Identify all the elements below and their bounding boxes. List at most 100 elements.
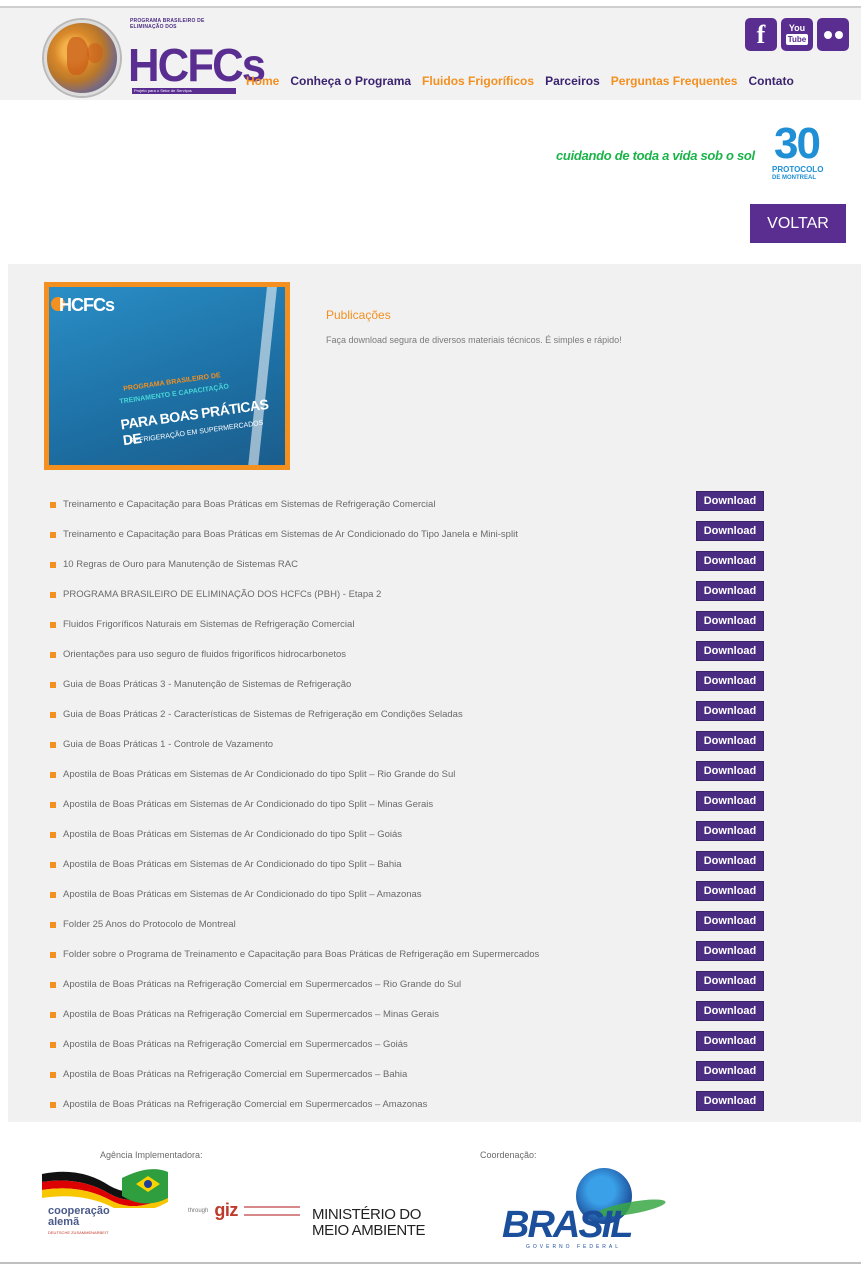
bottom-divider bbox=[0, 1262, 861, 1264]
download-button[interactable]: Download bbox=[696, 641, 764, 661]
back-button[interactable]: VOLTAR bbox=[750, 204, 846, 243]
publication-title[interactable]: Folder 25 Anos do Protocolo de Montreal bbox=[63, 919, 236, 930]
nav-home[interactable]: Home bbox=[246, 74, 279, 88]
bullet-icon bbox=[50, 682, 56, 688]
list-item: Apostila de Boas Práticas em Sistemas de… bbox=[8, 880, 861, 910]
publication-title[interactable]: Folder sobre o Programa de Treinamento e… bbox=[63, 949, 539, 960]
coordination-label: Coordenação: bbox=[480, 1150, 537, 1160]
bullet-icon bbox=[50, 622, 56, 628]
nav-fluidos-frigorificos[interactable]: Fluidos Frigoríficos bbox=[422, 74, 534, 88]
bullet-icon bbox=[50, 592, 56, 598]
bullet-icon bbox=[50, 1072, 56, 1078]
logo-program-text: PROGRAMA BRASILEIRO DE ELIMINAÇÃO DOS bbox=[130, 18, 205, 30]
download-button[interactable]: Download bbox=[696, 701, 764, 721]
facebook-icon[interactable]: f bbox=[745, 18, 777, 51]
governo-federal-logo[interactable]: BRASIL GOVERNO FEDERAL bbox=[496, 1168, 726, 1252]
publication-title[interactable]: Apostila de Boas Práticas em Sistemas de… bbox=[63, 889, 422, 900]
publication-title[interactable]: PROGRAMA BRASILEIRO DE ELIMINAÇÃO DOS HC… bbox=[63, 589, 381, 600]
download-button[interactable]: Download bbox=[696, 1031, 764, 1051]
publication-title[interactable]: Treinamento e Capacitação para Boas Prát… bbox=[63, 529, 518, 540]
list-item: Treinamento e Capacitação para Boas Prát… bbox=[8, 520, 861, 550]
bullet-icon bbox=[50, 742, 56, 748]
download-button[interactable]: Download bbox=[696, 1001, 764, 1021]
coop-subtitle: DEUTSCHE ZUSAMMENARBEIT bbox=[48, 1230, 109, 1235]
download-button[interactable]: Download bbox=[696, 761, 764, 781]
publication-title[interactable]: Apostila de Boas Práticas em Sistemas de… bbox=[63, 829, 402, 840]
bullet-icon bbox=[50, 802, 56, 808]
coop-name: cooperação alemã bbox=[48, 1206, 110, 1228]
ministerio-meio-ambiente-logo[interactable]: MINISTÉRIO DO MEIO AMBIENTE bbox=[312, 1207, 426, 1239]
download-button[interactable]: Download bbox=[696, 521, 764, 541]
giz-lines bbox=[243, 1205, 300, 1216]
publication-title[interactable]: 10 Regras de Ouro para Manutenção de Sis… bbox=[63, 559, 298, 570]
publications-description: Faça download segura de diversos materia… bbox=[326, 335, 622, 345]
download-button[interactable]: Download bbox=[696, 611, 764, 631]
logo-hcfcs[interactable]: HCFCs bbox=[128, 42, 266, 88]
nav-perguntas-frequentes[interactable]: Perguntas Frequentes bbox=[611, 74, 738, 88]
publication-title[interactable]: Guia de Boas Práticas 2 - Característica… bbox=[63, 709, 463, 720]
globe-land-shape bbox=[87, 43, 103, 63]
bullet-icon bbox=[50, 922, 56, 928]
bullet-icon bbox=[50, 772, 56, 778]
nav-parceiros[interactable]: Parceiros bbox=[545, 74, 600, 88]
download-button[interactable]: Download bbox=[696, 671, 764, 691]
publication-title[interactable]: Guia de Boas Práticas 3 - Manutenção de … bbox=[63, 679, 351, 690]
download-button[interactable]: Download bbox=[696, 941, 764, 961]
download-button[interactable]: Download bbox=[696, 551, 764, 571]
montreal-30-badge: 30 PROTOCOLO DE MONTREAL bbox=[772, 122, 848, 182]
nav-contato[interactable]: Contato bbox=[748, 74, 793, 88]
nav-conheca-o-programa[interactable]: Conheça o Programa bbox=[290, 74, 411, 88]
list-item: Treinamento e Capacitação para Boas Prát… bbox=[8, 490, 861, 520]
download-button[interactable]: Download bbox=[696, 791, 764, 811]
download-button[interactable]: Download bbox=[696, 731, 764, 751]
list-item: Apostila de Boas Práticas em Sistemas de… bbox=[8, 820, 861, 850]
bullet-icon bbox=[50, 862, 56, 868]
publication-title[interactable]: Orientações para uso seguro de fluidos f… bbox=[63, 649, 346, 660]
flickr-icon[interactable] bbox=[817, 18, 849, 51]
cooperacao-alema-logo[interactable]: cooperação alemã DEUTSCHE ZUSAMMENARBEIT bbox=[36, 1168, 176, 1238]
publication-title[interactable]: Apostila de Boas Práticas na Refrigeraçã… bbox=[63, 1039, 408, 1050]
download-button[interactable]: Download bbox=[696, 1061, 764, 1081]
bullet-icon bbox=[50, 952, 56, 958]
download-button[interactable]: Download bbox=[696, 971, 764, 991]
download-button[interactable]: Download bbox=[696, 491, 764, 511]
flickr-dot bbox=[834, 30, 843, 39]
list-item: Orientações para uso seguro de fluidos f… bbox=[8, 640, 861, 670]
download-button[interactable]: Download bbox=[696, 1091, 764, 1111]
list-item: Apostila de Boas Práticas na Refrigeraçã… bbox=[8, 970, 861, 1000]
download-button[interactable]: Download bbox=[696, 581, 764, 601]
list-item: Apostila de Boas Práticas na Refrigeraçã… bbox=[8, 1060, 861, 1090]
download-button[interactable]: Download bbox=[696, 821, 764, 841]
youtube-icon-top: You bbox=[788, 23, 806, 33]
list-item: Folder sobre o Programa de Treinamento e… bbox=[8, 940, 861, 970]
badge-line1: PROTOCOLO bbox=[772, 165, 824, 174]
brasil-tagline: GOVERNO FEDERAL bbox=[526, 1244, 622, 1250]
publication-title[interactable]: Apostila de Boas Práticas em Sistemas de… bbox=[63, 859, 402, 870]
globe-logo-icon[interactable] bbox=[44, 20, 120, 96]
publication-title[interactable]: Apostila de Boas Práticas na Refrigeraçã… bbox=[63, 1099, 427, 1110]
download-button[interactable]: Download bbox=[696, 881, 764, 901]
download-button[interactable]: Download bbox=[696, 851, 764, 871]
publication-title[interactable]: Guia de Boas Práticas 1 - Controle de Va… bbox=[63, 739, 273, 750]
list-item: Fluidos Frigoríficos Naturais em Sistema… bbox=[8, 610, 861, 640]
bullet-icon bbox=[50, 982, 56, 988]
publication-title[interactable]: Treinamento e Capacitação para Boas Prát… bbox=[63, 499, 435, 510]
mma-line2: MEIO AMBIENTE bbox=[312, 1222, 426, 1239]
list-item: Guia de Boas Práticas 1 - Controle de Va… bbox=[8, 730, 861, 760]
publication-title[interactable]: Apostila de Boas Práticas na Refrigeraçã… bbox=[63, 979, 461, 990]
brasil-wordmark: BRASIL bbox=[502, 1204, 633, 1246]
publication-title[interactable]: Apostila de Boas Práticas em Sistemas de… bbox=[63, 769, 455, 780]
youtube-icon[interactable]: You Tube bbox=[781, 18, 813, 51]
download-button[interactable]: Download bbox=[696, 911, 764, 931]
publication-title[interactable]: Apostila de Boas Práticas em Sistemas de… bbox=[63, 799, 433, 810]
list-item: Guia de Boas Práticas 3 - Manutenção de … bbox=[8, 670, 861, 700]
list-item: Guia de Boas Práticas 2 - Característica… bbox=[8, 700, 861, 730]
giz-prefix: through bbox=[188, 1207, 209, 1214]
bullet-icon bbox=[50, 502, 56, 508]
bullet-icon bbox=[50, 652, 56, 658]
publication-title[interactable]: Apostila de Boas Práticas na Refrigeraçã… bbox=[63, 1069, 407, 1080]
bullet-icon bbox=[50, 1042, 56, 1048]
giz-logo[interactable]: through giz bbox=[188, 1200, 300, 1221]
publication-title[interactable]: Apostila de Boas Práticas na Refrigeraçã… bbox=[63, 1009, 439, 1020]
publication-title[interactable]: Fluidos Frigoríficos Naturais em Sistema… bbox=[63, 619, 354, 630]
